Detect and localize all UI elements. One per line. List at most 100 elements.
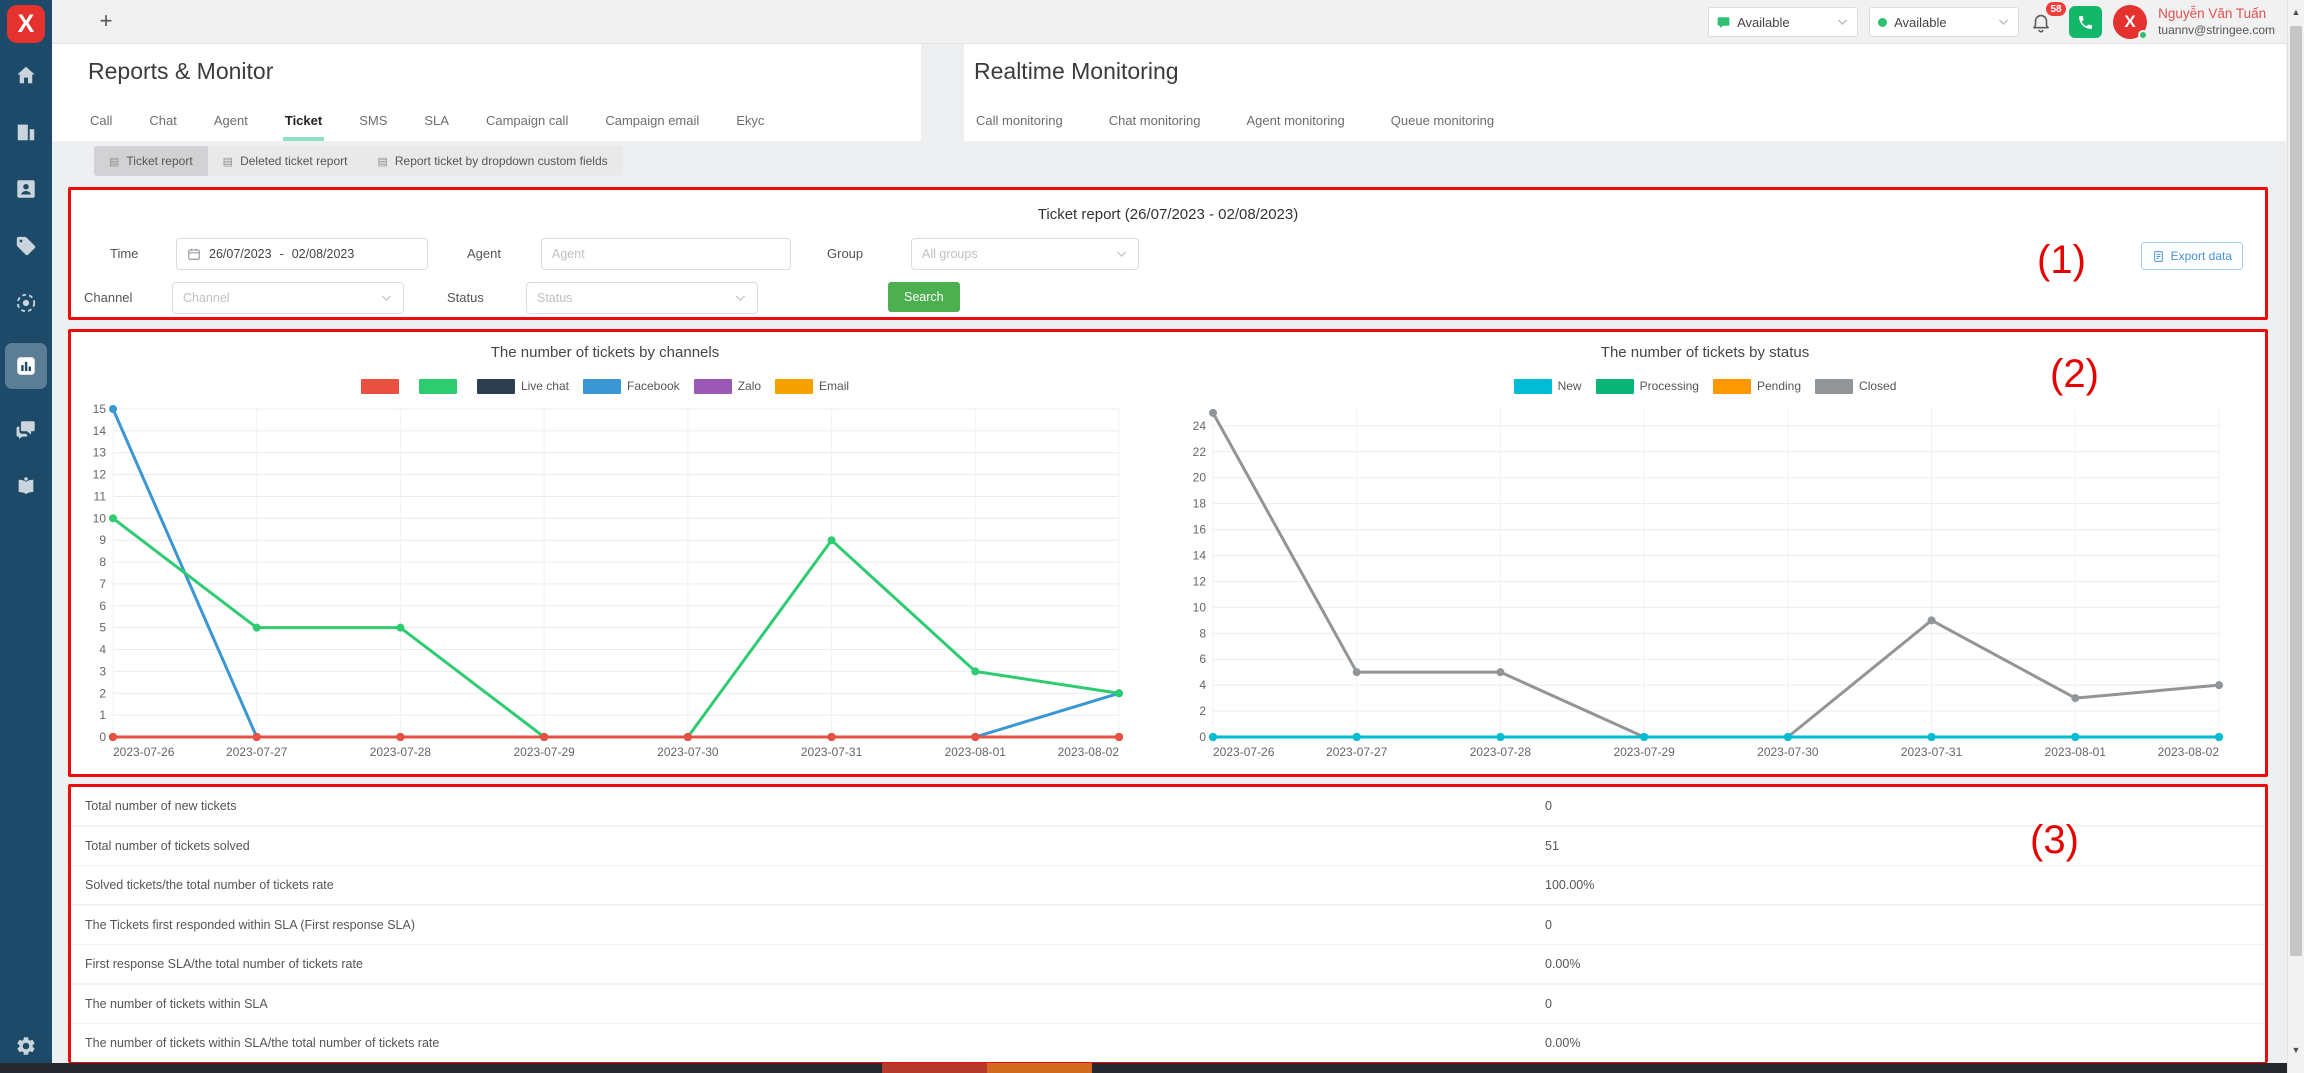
subtab-report-ticket-by-dropdown-custom-fields[interactable]: ▤Report ticket by dropdown custom fields	[362, 146, 622, 176]
tab-campaign-call[interactable]: Campaign call	[484, 105, 570, 141]
legend-swatch-icon	[361, 379, 399, 394]
svg-text:12: 12	[1193, 574, 1207, 588]
tab-campaign-email[interactable]: Campaign email	[603, 105, 701, 141]
legend-item-facebook[interactable]: Facebook	[583, 379, 680, 394]
avatar[interactable]: X	[2113, 5, 2147, 39]
filter-panel: Ticket report (26/07/2023 - 02/08/2023) …	[68, 187, 2268, 320]
chevron-down-icon	[1836, 17, 1849, 27]
row-label: Solved tickets/the total number of ticke…	[71, 878, 334, 892]
svg-text:8: 8	[1199, 626, 1206, 640]
chat-status-select[interactable]: Available	[1869, 7, 2019, 37]
chart-card-the-number-of-tickets-by-channels: The number of tickets by channels Live ch…	[75, 344, 1135, 763]
vertical-scrollbar[interactable]: ▲ ▼	[2287, 0, 2304, 1073]
legend-item-item[interactable]	[361, 379, 405, 394]
user-name[interactable]: Nguyễn Văn Tuấn	[2158, 6, 2275, 23]
legend-swatch-icon	[1713, 379, 1751, 394]
tab-chat[interactable]: Chat	[147, 105, 178, 141]
tab-sla[interactable]: SLA	[422, 105, 451, 141]
status-label: Status	[447, 282, 484, 314]
legend-item-closed[interactable]: Closed	[1815, 379, 1896, 394]
summary-table: Total number of new tickets0Total number…	[71, 787, 2265, 1060]
export-data-button[interactable]: Export data	[2141, 242, 2243, 270]
tab-call[interactable]: Call	[88, 105, 114, 141]
svg-text:2023-08-02: 2023-08-02	[2158, 745, 2220, 759]
table-row: The number of tickets within SLA0	[71, 985, 2265, 1023]
legend-swatch-icon	[583, 379, 621, 394]
search-button[interactable]: Search	[888, 282, 960, 312]
svg-text:2023-07-26: 2023-07-26	[113, 745, 175, 759]
sidebar-item-home[interactable]	[5, 58, 47, 92]
svg-text:3: 3	[99, 664, 106, 678]
notifications-button[interactable]: 58	[2030, 7, 2058, 37]
legend-item-zalo[interactable]: Zalo	[694, 379, 761, 394]
svg-text:5: 5	[99, 621, 106, 635]
svg-text:2023-07-28: 2023-07-28	[370, 745, 432, 759]
subtab-deleted-ticket-report[interactable]: ▤Deleted ticket report	[208, 146, 363, 176]
agent-field-wrap	[541, 238, 791, 270]
legend-item-processing[interactable]: Processing	[1596, 379, 1699, 394]
table-row: First response SLA/the total number of t…	[71, 945, 2265, 983]
chat-bubble-status-icon	[1717, 16, 1730, 29]
document-icon	[2152, 250, 2165, 263]
svg-text:2023-07-26: 2023-07-26	[1213, 745, 1275, 759]
tab-ticket[interactable]: Ticket	[283, 105, 324, 141]
app-logo[interactable]: X	[7, 5, 45, 43]
sidebar-item-company[interactable]	[5, 115, 47, 149]
scroll-down-icon[interactable]: ▼	[2288, 1045, 2304, 1055]
tab-sms[interactable]: SMS	[357, 105, 389, 141]
call-status-select[interactable]: Available	[1708, 7, 1858, 37]
tab-queue-monitoring[interactable]: Queue monitoring	[1389, 105, 1496, 141]
table-row: Total number of new tickets0	[71, 787, 2265, 825]
tab-ekyc[interactable]: Ekyc	[734, 105, 766, 141]
sidebar-item-contacts[interactable]	[5, 172, 47, 206]
legend-item-pending[interactable]: Pending	[1713, 379, 1801, 394]
legend-item-live-chat[interactable]: Live chat	[477, 379, 569, 394]
new-tab-button[interactable]: +	[92, 8, 120, 34]
scrollbar-thumb[interactable]	[2290, 26, 2302, 956]
date-range-input[interactable]: 26/07/2023 - 02/08/2023	[176, 238, 428, 270]
sidebar: X	[0, 0, 52, 1073]
settings-icon	[15, 1035, 37, 1057]
sidebar-item-training[interactable]	[5, 469, 47, 503]
subtab-ticket-report[interactable]: ▤Ticket report	[94, 146, 208, 176]
row-label: The number of tickets within SLA/the tot…	[71, 1036, 439, 1050]
channel-select[interactable]: Channel	[172, 282, 404, 314]
legend-item-email[interactable]: Email	[775, 379, 849, 394]
legend-item-new[interactable]: New	[1514, 379, 1582, 394]
svg-text:2023-07-29: 2023-07-29	[1613, 745, 1675, 759]
svg-text:10: 10	[93, 511, 107, 525]
tab-agent[interactable]: Agent	[212, 105, 250, 141]
legend-swatch-icon	[1815, 379, 1853, 394]
svg-text:15: 15	[93, 402, 107, 416]
sidebar-item-settings[interactable]	[0, 1035, 52, 1057]
presence-dot-icon	[1878, 18, 1887, 27]
sidebar-item-reports[interactable]	[5, 343, 47, 389]
home-icon	[15, 64, 37, 86]
sidebar-item-tags[interactable]	[5, 229, 47, 263]
sidebar-item-campaign-target[interactable]	[5, 286, 47, 320]
scroll-up-icon[interactable]: ▲	[2288, 7, 2304, 17]
status-select[interactable]: Status	[526, 282, 758, 314]
group-select[interactable]: All groups	[911, 238, 1139, 270]
date-from: 26/07/2023	[209, 247, 272, 261]
tab-call-monitoring[interactable]: Call monitoring	[974, 105, 1065, 141]
sidebar-item-chat[interactable]	[5, 412, 47, 446]
line-chart: 0246810121416182022242023-07-262023-07-2…	[1175, 399, 2235, 763]
legend-swatch-icon	[1596, 379, 1634, 394]
tab-chat-monitoring[interactable]: Chat monitoring	[1107, 105, 1203, 141]
legend-item-item[interactable]	[419, 379, 463, 394]
agent-input[interactable]	[552, 247, 780, 261]
date-separator: -	[280, 247, 284, 261]
channel-placeholder: Channel	[183, 291, 230, 305]
chevron-down-icon	[734, 293, 747, 303]
notification-badge: 58	[2046, 2, 2066, 16]
tab-agent-monitoring[interactable]: Agent monitoring	[1244, 105, 1346, 141]
dialpad-button[interactable]	[2069, 6, 2102, 38]
topbar: + Available Available 58 X Nguyễn	[52, 0, 2287, 44]
page-title: Reports & Monitor	[88, 58, 273, 85]
chart-title: The number of tickets by channels	[75, 344, 1135, 361]
row-label: Total number of new tickets	[71, 799, 236, 813]
svg-text:12: 12	[93, 468, 107, 482]
list-icon: ▤	[377, 155, 387, 168]
svg-text:2023-07-31: 2023-07-31	[801, 745, 863, 759]
